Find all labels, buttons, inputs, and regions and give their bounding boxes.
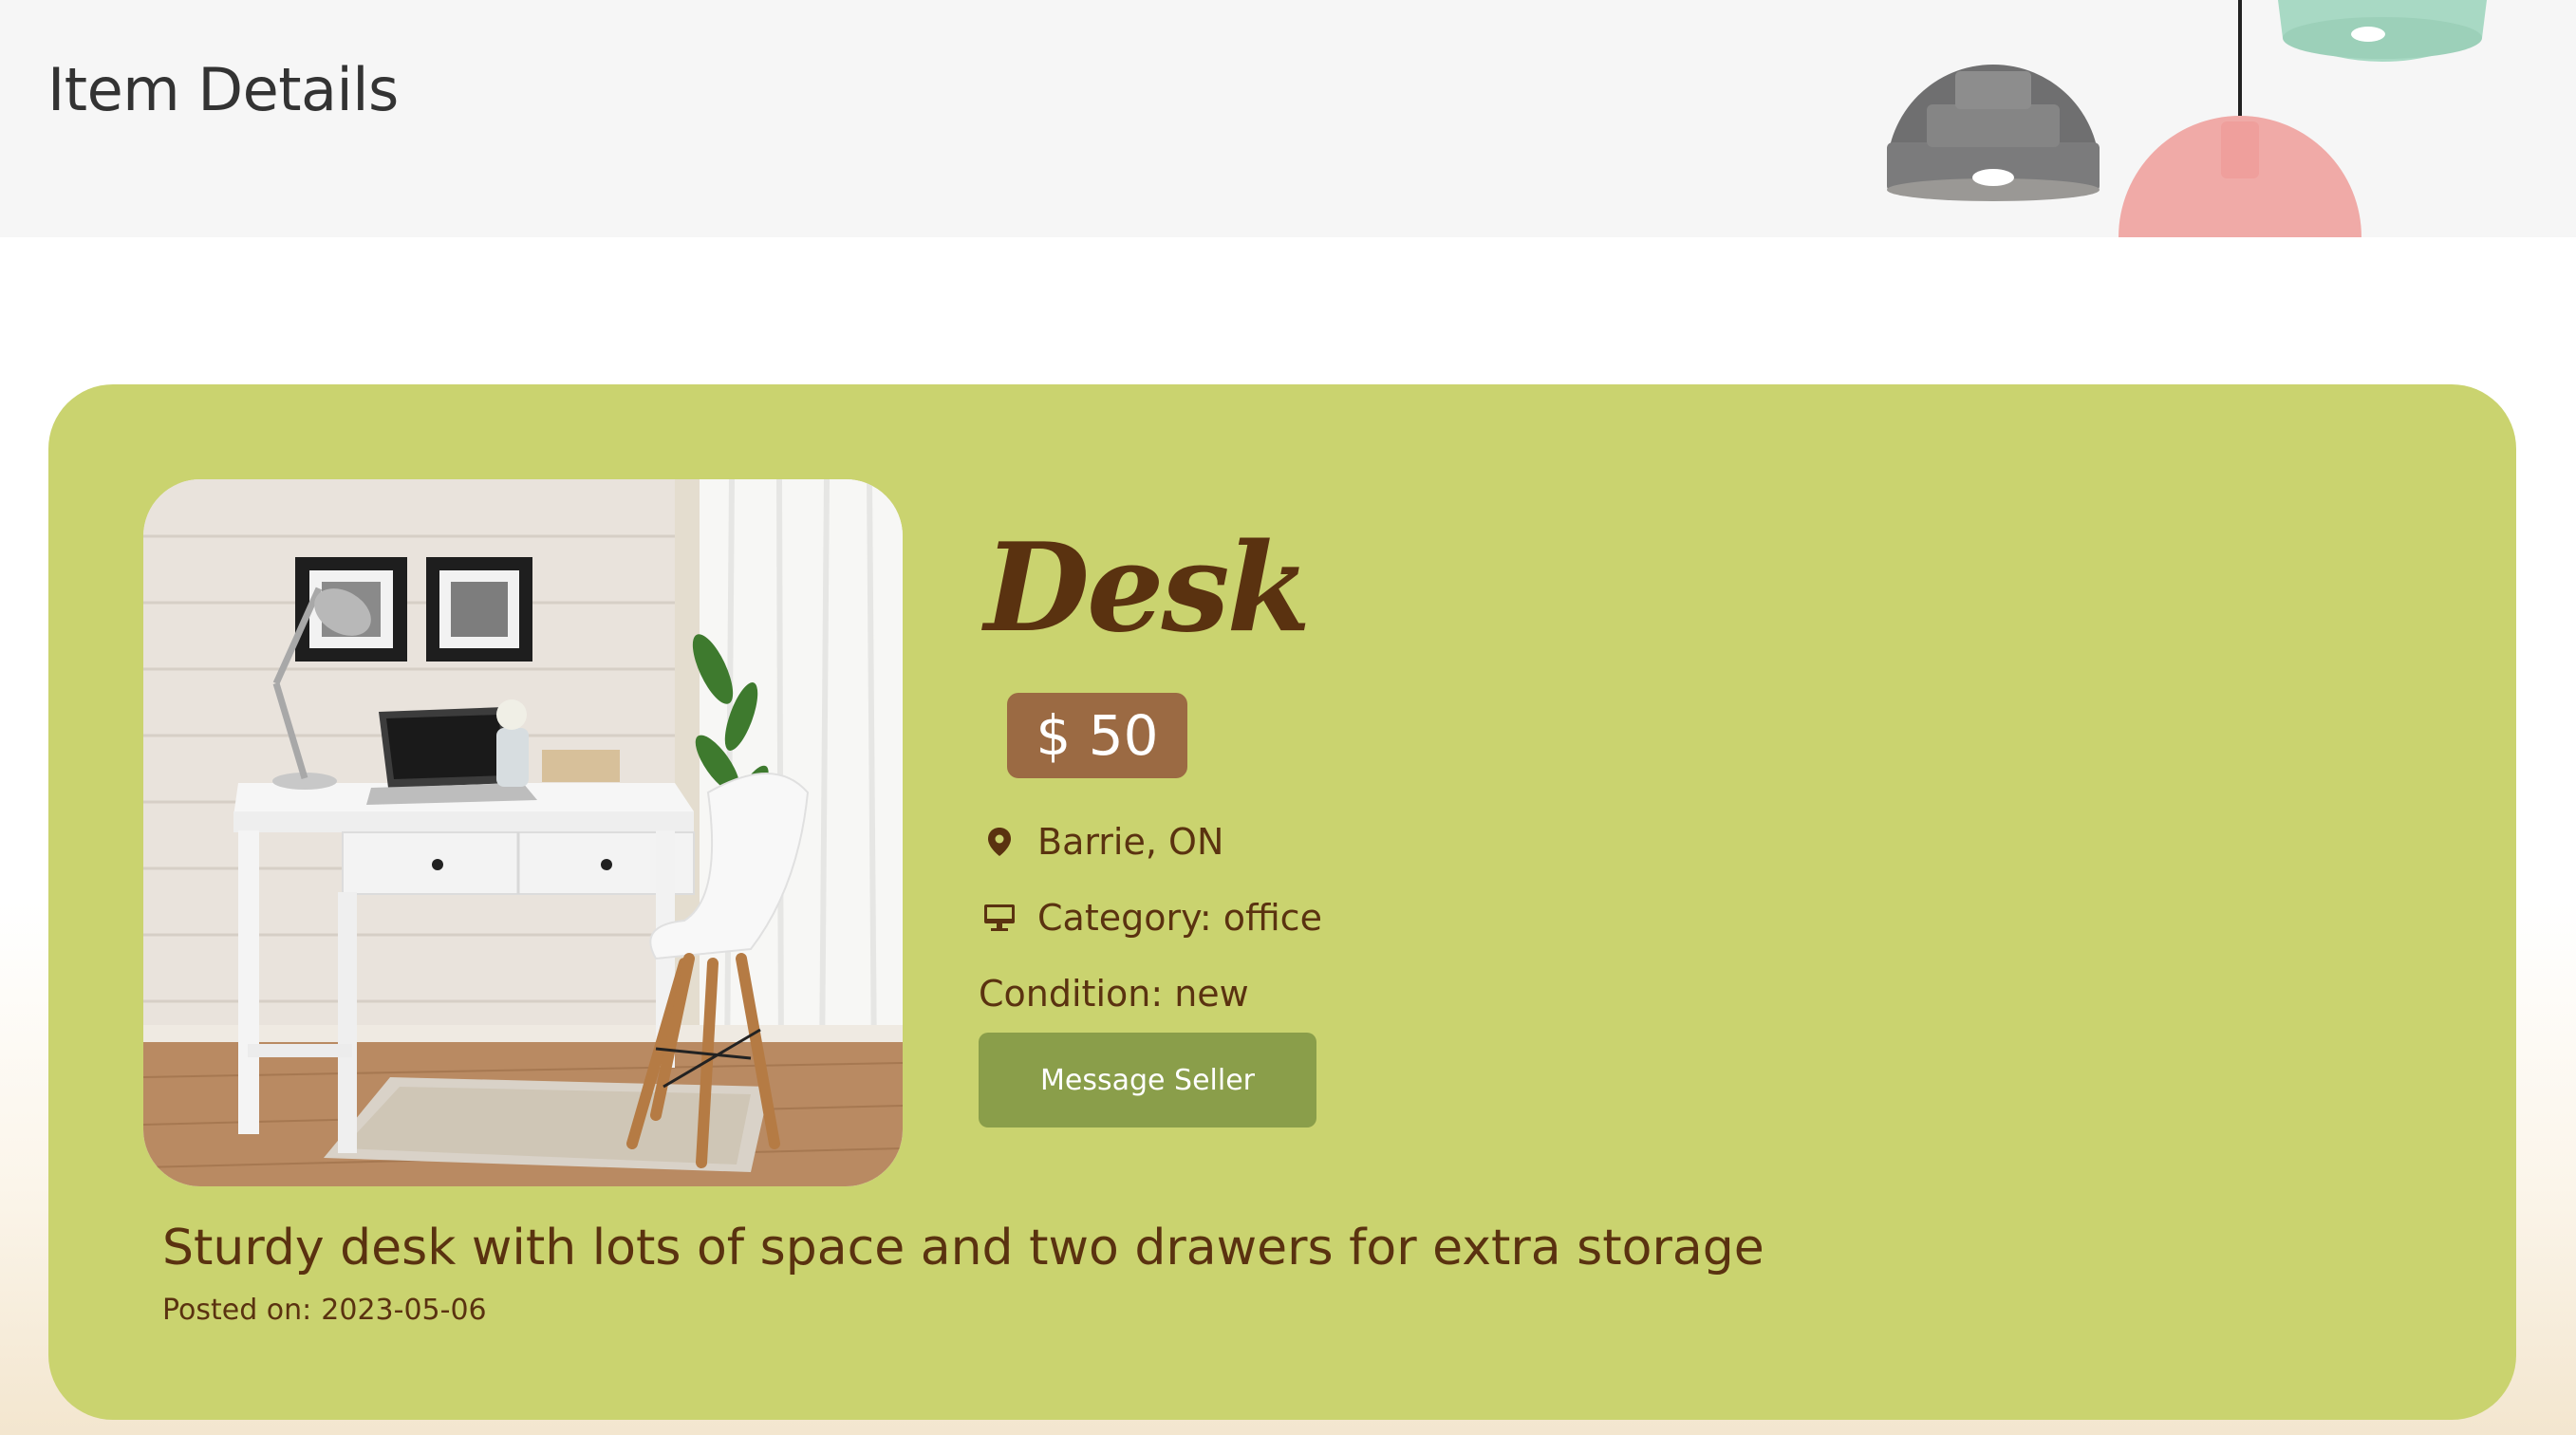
- monitor-icon: [979, 904, 1020, 932]
- posted-label: Posted on:: [162, 1294, 312, 1327]
- category-text: Category: office: [1037, 897, 1322, 939]
- condition-text: Condition: new: [979, 973, 1249, 1015]
- item-title: Desk: [984, 517, 1311, 660]
- posted-value: 2023-05-06: [321, 1294, 487, 1327]
- map-pin-icon: [979, 827, 1020, 857]
- desk-photo-image: [143, 479, 903, 1186]
- gray-lamp-image: [1887, 65, 2100, 201]
- location-text: Barrie, ON: [1037, 821, 1224, 863]
- price-badge: $ 50: [1007, 693, 1187, 778]
- item-card: Desk $ 50 Barrie, ON Category: office Co…: [48, 384, 2516, 1420]
- header-bar: Item Details: [0, 0, 2576, 237]
- category-row: Category: office: [979, 897, 1322, 939]
- message-seller-button[interactable]: Message Seller: [979, 1033, 1316, 1128]
- mint-lamp-image: [2278, 0, 2487, 62]
- posted-date: Posted on: 2023-05-06: [162, 1294, 496, 1327]
- pendant-lamps-decoration: [1860, 0, 2506, 237]
- location-row: Barrie, ON: [979, 821, 1223, 863]
- item-description: Sturdy desk with lots of space and two d…: [162, 1220, 1764, 1277]
- item-photo[interactable]: [143, 479, 903, 1186]
- page-title: Item Details: [47, 55, 399, 124]
